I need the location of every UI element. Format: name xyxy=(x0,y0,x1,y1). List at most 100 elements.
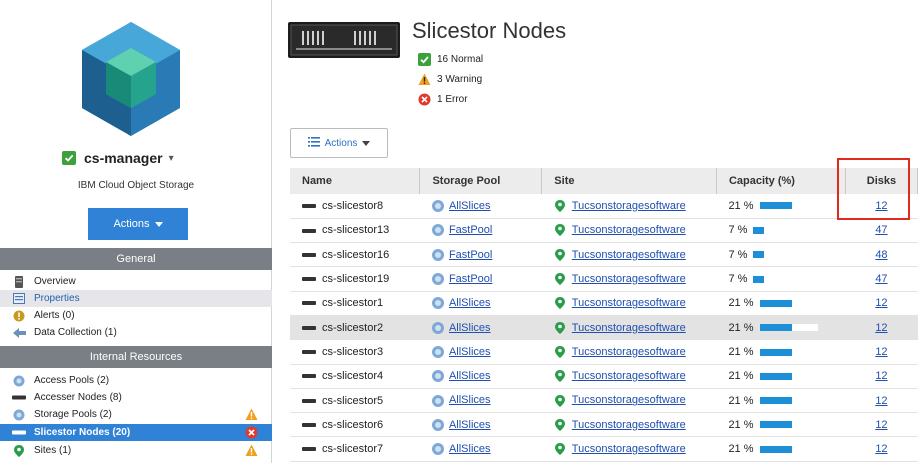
slicestor-device-image xyxy=(288,22,400,58)
disks-link[interactable]: 48 xyxy=(875,249,887,261)
error-icon xyxy=(418,93,431,106)
sidebar-item-data-collection[interactable]: Data Collection (1) xyxy=(0,324,272,341)
manager-title[interactable]: cs-manager ▾ xyxy=(62,150,174,166)
table-row[interactable]: cs-slicestor13 FastPool Tucsonstoragesoftw… xyxy=(290,218,918,244)
storage-pool-link[interactable]: AllSlices xyxy=(449,394,491,406)
table-row[interactable]: cs-slicestor4 AllSlices Tucsonstoragesoftw… xyxy=(290,364,918,389)
site-link[interactable]: Tucsonstoragesoftware xyxy=(572,297,686,309)
sidebar-item-slicestor-nodes[interactable]: Slicestor Nodes (20) xyxy=(0,424,272,441)
capacity-bar-fill xyxy=(759,348,792,356)
node-name: cs-slicestor6 xyxy=(322,418,384,431)
site-cell: Tucsonstoragesoftware xyxy=(541,194,717,219)
storage-pool-link[interactable]: AllSlices xyxy=(449,419,491,431)
site-link[interactable]: Tucsonstoragesoftware xyxy=(572,249,686,261)
site-cell: Tucsonstoragesoftware xyxy=(541,315,717,341)
section-internal-resources: Internal Resources xyxy=(0,346,272,368)
location-pin-icon xyxy=(554,199,565,212)
storage-pool-link[interactable]: FastPool xyxy=(449,273,492,285)
storage-pool-link[interactable]: AllSlices xyxy=(449,443,491,455)
disks-link[interactable]: 47 xyxy=(875,273,887,285)
site-link[interactable]: Tucsonstoragesoftware xyxy=(572,370,686,382)
sidebar-item-storage-pools[interactable]: Storage Pools (2) xyxy=(0,406,272,423)
capacity-bar xyxy=(759,324,818,332)
table-row[interactable]: cs-slicestor19 FastPool Tucsonstoragesoftw… xyxy=(290,266,918,292)
capacity-bar-fill xyxy=(759,202,792,210)
capacity-cell: 21 % xyxy=(716,315,846,341)
storage-pool-cell: AllSlices xyxy=(419,339,542,365)
node-name: cs-slicestor2 xyxy=(322,321,384,334)
sidebar-item-overview[interactable]: Overview xyxy=(0,273,272,290)
table-row[interactable]: cs-slicestor5 AllSlices Tucsonstoragesoftw… xyxy=(290,388,918,414)
sidebar-item-properties[interactable]: Properties xyxy=(0,290,272,307)
column-header-site[interactable]: Site xyxy=(541,168,717,194)
site-link[interactable]: Tucsonstoragesoftware xyxy=(572,224,686,236)
site-link[interactable]: Tucsonstoragesoftware xyxy=(572,419,686,431)
capacity-bar-fill xyxy=(759,372,792,380)
status-warning: 3 Warning xyxy=(418,73,482,86)
capacity-value: 21 % xyxy=(728,443,754,456)
disks-link[interactable]: 12 xyxy=(875,395,887,407)
node-name: cs-slicestor5 xyxy=(322,394,384,407)
server-icon xyxy=(302,447,316,452)
disks-link[interactable]: 12 xyxy=(875,443,887,455)
capacity-value: 21 % xyxy=(728,199,754,212)
storage-pool-link[interactable]: AllSlices xyxy=(449,322,491,334)
table-row[interactable]: cs-slicestor16 FastPool Tucsonstoragesoftw… xyxy=(290,242,918,268)
disks-link[interactable]: 12 xyxy=(875,297,887,309)
capacity-cell: 21 % xyxy=(716,291,846,316)
disks-link[interactable]: 12 xyxy=(875,322,887,334)
sidebar-item-accesser-nodes[interactable]: Accesser Nodes (8) xyxy=(0,389,272,406)
storage-pool-icon xyxy=(12,409,26,421)
sidebar-item-sites[interactable]: Sites (1) xyxy=(0,442,272,459)
capacity-cell: 21 % xyxy=(716,388,846,414)
table-row[interactable]: cs-slicestor1 AllSlices Tucsonstoragesoftw… xyxy=(290,291,918,316)
site-link[interactable]: Tucsonstoragesoftware xyxy=(572,394,686,406)
storage-pool-link[interactable]: AllSlices xyxy=(449,370,491,382)
table-row[interactable]: cs-slicestor8 AllSlices Tucsonstoragesoftw… xyxy=(290,194,918,219)
storage-pool-link[interactable]: AllSlices xyxy=(449,297,491,309)
storage-pool-link[interactable]: AllSlices xyxy=(449,200,491,212)
storage-pool-link[interactable]: FastPool xyxy=(449,224,492,236)
node-name: cs-slicestor4 xyxy=(322,370,384,383)
table-actions-button[interactable]: Actions xyxy=(290,128,388,158)
disks-link[interactable]: 12 xyxy=(875,370,887,382)
site-link[interactable]: Tucsonstoragesoftware xyxy=(572,443,686,455)
server-icon xyxy=(302,252,316,257)
server-icon xyxy=(12,427,26,439)
sidebar-item-label: Sites (1) xyxy=(34,445,72,456)
disks-link[interactable]: 12 xyxy=(875,346,887,358)
table-row[interactable]: cs-slicestor3 AllSlices Tucsonstoragesoftw… xyxy=(290,339,918,365)
column-header-storage-pool[interactable]: Storage Pool xyxy=(419,168,543,194)
table-row[interactable]: cs-slicestor2 AllSlices Tucsonstoragesoftw… xyxy=(290,315,918,341)
site-link[interactable]: Tucsonstoragesoftware xyxy=(572,346,686,358)
location-pin-icon xyxy=(554,370,565,383)
chevron-down-icon[interactable]: ▾ xyxy=(169,153,174,164)
disks-link[interactable]: 47 xyxy=(875,224,887,236)
normal-check-icon xyxy=(62,151,76,165)
disks-cell: 47 xyxy=(845,266,918,292)
storage-pool-icon xyxy=(431,321,444,334)
site-link[interactable]: Tucsonstoragesoftware xyxy=(572,273,686,285)
column-header-capacity[interactable]: Capacity (%) xyxy=(716,168,846,194)
storage-pool-link[interactable]: FastPool xyxy=(449,249,492,261)
storage-pool-cell: AllSlices xyxy=(419,194,542,219)
table-row[interactable]: cs-slicestor6 AllSlices Tucsonstoragesoftw… xyxy=(290,412,918,438)
sidebar-item-access-pools[interactable]: Access Pools (2) xyxy=(0,372,272,389)
capacity-value: 21 % xyxy=(728,297,754,310)
storage-pool-link[interactable]: AllSlices xyxy=(449,346,491,358)
status-normal-label: 16 Normal xyxy=(437,54,484,65)
storage-pool-icon xyxy=(431,345,444,358)
capacity-cell: 21 % xyxy=(716,339,846,365)
sidebar-actions-button[interactable]: Actions xyxy=(88,208,188,240)
table-row[interactable]: cs-slicestor7 AllSlices Tucsonstoragesoftw… xyxy=(290,436,918,462)
site-link[interactable]: Tucsonstoragesoftware xyxy=(572,200,686,212)
site-link[interactable]: Tucsonstoragesoftware xyxy=(572,322,686,334)
server-icon xyxy=(302,277,316,282)
capacity-cell: 21 % xyxy=(716,436,846,462)
location-pin-icon xyxy=(554,418,565,431)
column-header-name[interactable]: Name xyxy=(290,168,421,194)
server-icon xyxy=(302,398,316,403)
sidebar-item-alerts[interactable]: Alerts (0) xyxy=(0,307,272,324)
storage-pool-cell: FastPool xyxy=(419,266,542,292)
disks-link[interactable]: 12 xyxy=(875,419,887,431)
